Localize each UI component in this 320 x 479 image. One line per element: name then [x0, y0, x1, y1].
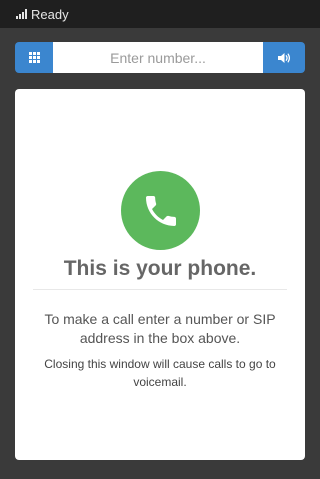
instructions-text: To make a call enter a number or SIP add…: [44, 311, 276, 346]
phone-info-card: This is your phone. To make a call enter…: [15, 89, 305, 460]
number-input[interactable]: [53, 42, 263, 73]
status-bar: Ready: [0, 0, 320, 28]
divider: [33, 289, 287, 290]
voicemail-note: Closing this window will cause calls to …: [44, 357, 276, 389]
page-title: This is your phone.: [63, 257, 257, 280]
keypad-button[interactable]: [15, 42, 53, 73]
signal-strength-icon: [16, 9, 27, 19]
speaker-button[interactable]: [263, 42, 305, 73]
phone-handset-icon: [145, 195, 176, 226]
phone-badge: [121, 171, 200, 250]
dialer-toolbar: [15, 42, 305, 73]
status-text: Ready: [31, 6, 69, 22]
speaker-volume-icon: [278, 52, 291, 63]
keypad-grid-icon: [28, 52, 40, 63]
